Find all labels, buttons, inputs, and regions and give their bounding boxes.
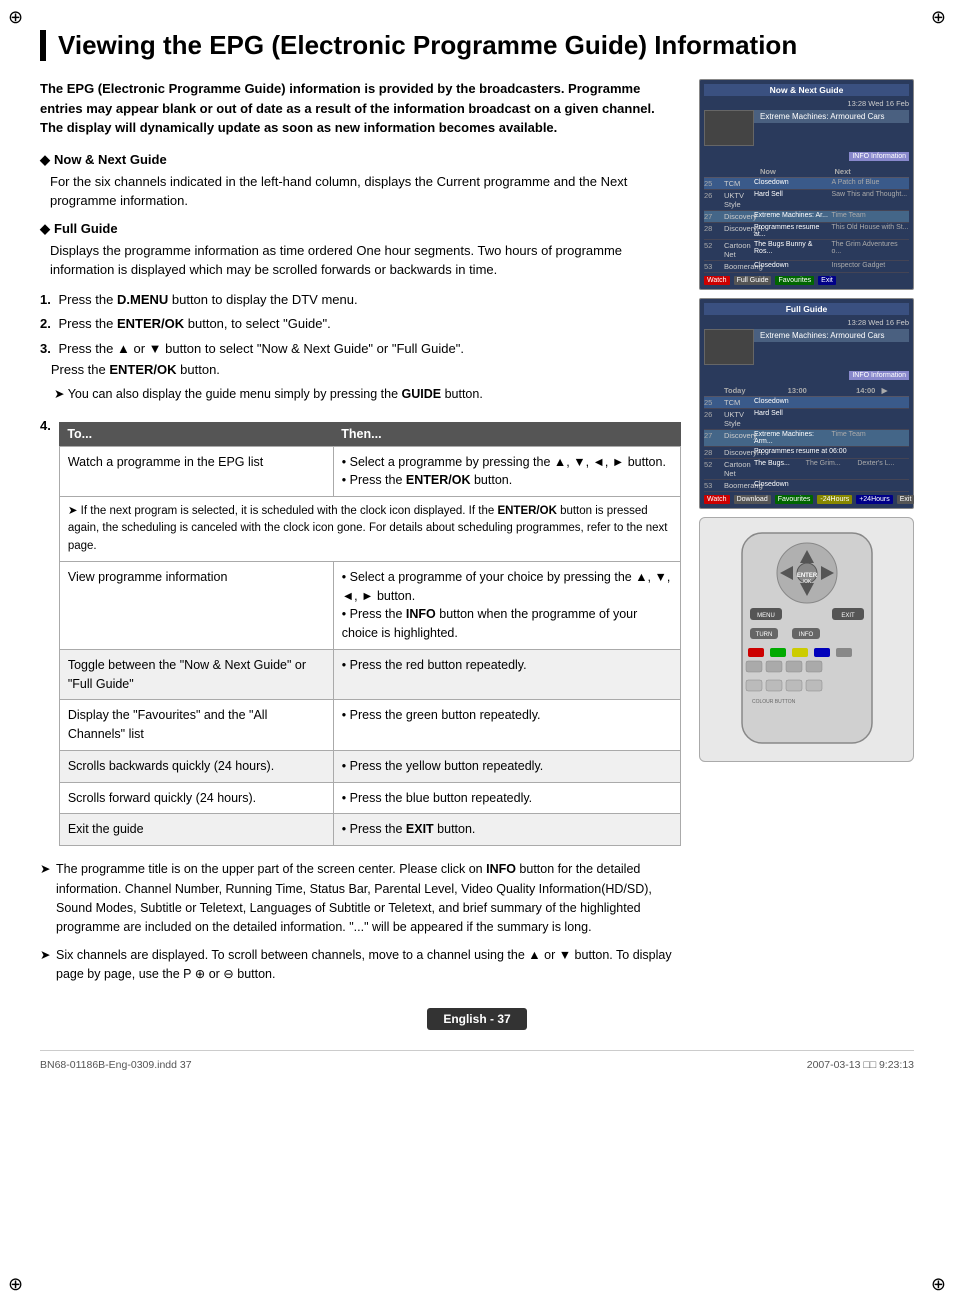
cell-exit-then: • Press the EXIT button. xyxy=(333,814,680,846)
col-to: To... xyxy=(59,422,333,447)
epg-full-info-badge: INFO Information xyxy=(704,369,909,382)
epg-footer-1: Watch Full Guide Favourites Exit xyxy=(704,276,909,285)
footer-left: BN68-01186B-Eng-0309.indd 37 xyxy=(40,1059,192,1071)
epg-full-screen: Full Guide 13:28 Wed 16 Feb Extreme Mach… xyxy=(699,298,914,509)
epg-thumbnail xyxy=(704,110,754,146)
epg-full-row-1: 25TCM Closedown xyxy=(704,397,909,409)
bullet-body-1: For the six channels indicated in the le… xyxy=(50,172,681,211)
cell-watch-then: • Select a programme by pressing the ▲, … xyxy=(333,446,680,497)
left-column: The EPG (Electronic Programme Guide) inf… xyxy=(40,79,681,992)
cell-toggle-then: • Press the red button repeatedly. xyxy=(333,649,680,700)
cell-toggle-to: Toggle between the "Now & Next Guide" or… xyxy=(59,649,333,700)
cell-fwd-to: Scrolls forward quickly (24 hours). xyxy=(59,782,333,814)
step-1: 1. Press the D.MENU button to display th… xyxy=(40,290,681,311)
table-row-toggle: Toggle between the "Now & Next Guide" or… xyxy=(59,649,680,700)
epg-now-next-title: Now & Next Guide xyxy=(704,84,909,96)
footer-right: 2007-03-13 □□ 9:23:13 xyxy=(807,1059,914,1071)
bottom-note-2: Six channels are displayed. To scroll be… xyxy=(40,946,681,985)
svg-text:/OK: /OK xyxy=(802,579,811,585)
steps-list: 1. Press the D.MENU button to display th… xyxy=(40,290,681,404)
cell-back-then: • Press the yellow button repeatedly. xyxy=(333,750,680,782)
remote-svg: ENTER /OK MENU EXIT TURN INFO xyxy=(712,528,902,748)
epg-full-row-6: 53Boomerang Closedown xyxy=(704,480,909,492)
svg-text:INFO: INFO xyxy=(798,632,813,638)
reg-mark-tl: ⊕ xyxy=(8,8,23,26)
epg-row-4: 28DiscoveryH. Programmes resume at...Thi… xyxy=(704,223,909,240)
cell-watch-to: Watch a programme in the EPG list xyxy=(59,446,333,497)
intro-text: The EPG (Electronic Programme Guide) inf… xyxy=(40,79,681,138)
remote-container: ENTER /OK MENU EXIT TURN INFO xyxy=(699,517,914,762)
epg-full-row-3: 27Discovery Extreme Machines: Arm...Time… xyxy=(704,430,909,447)
epg-now-next-screen: Now & Next Guide 13:28 Wed 16 Feb Extrem… xyxy=(699,79,914,290)
svg-text:TURN: TURN xyxy=(755,632,772,638)
reg-mark-bl: ⊕ xyxy=(8,1275,23,1293)
page-footer: BN68-01186B-Eng-0309.indd 37 2007-03-13 … xyxy=(40,1050,914,1071)
table-row-view-info: View programme information • Select a pr… xyxy=(59,561,680,649)
epg-row-3: 27Discovery Extreme Machines: Ar...Time … xyxy=(704,211,909,223)
epg-full-thumbnail xyxy=(704,329,754,365)
bullet-full-guide: Full Guide Displays the programme inform… xyxy=(40,221,681,280)
epg-full-date: 13:28 Wed 16 Feb xyxy=(704,318,909,327)
right-column: Now & Next Guide 13:28 Wed 16 Feb Extrem… xyxy=(699,79,914,992)
epg-full-row-2: 26UKTV Style Hard Sell xyxy=(704,409,909,430)
svg-text:MENU: MENU xyxy=(757,613,775,619)
epg-full-title: Full Guide xyxy=(704,303,909,315)
title-bar: Viewing the EPG (Electronic Programme Gu… xyxy=(40,30,914,61)
cell-fwd-then: • Press the blue button repeatedly. xyxy=(333,782,680,814)
english-badge: English - 37 xyxy=(427,1008,526,1030)
cell-back-to: Scrolls backwards quickly (24 hours). xyxy=(59,750,333,782)
page-title: Viewing the EPG (Electronic Programme Gu… xyxy=(58,30,914,61)
epg-info-badge-1: INFO Information xyxy=(704,150,909,163)
step-3-note: You can also display the guide menu simp… xyxy=(54,385,681,404)
bullet-now-next: Now & Next Guide For the six channels in… xyxy=(40,152,681,211)
epg-instructions-table: To... Then... Watch a programme in the E… xyxy=(59,422,681,847)
svg-text:COLOUR BUTTON: COLOUR BUTTON xyxy=(752,699,796,705)
table-row-fwd: Scrolls forward quickly (24 hours). • Pr… xyxy=(59,782,680,814)
table-row-favourites: Display the "Favourites" and the "All Ch… xyxy=(59,700,680,751)
table-row-back: Scrolls backwards quickly (24 hours). • … xyxy=(59,750,680,782)
bullet-title-1: Now & Next Guide xyxy=(40,152,681,168)
bottom-notes: The programme title is on the upper part… xyxy=(40,860,681,984)
reg-mark-br: ⊕ xyxy=(931,1275,946,1293)
table-row-scheduling-note: ➤ If the next program is selected, it is… xyxy=(59,497,680,562)
table-row-watch: Watch a programme in the EPG list • Sele… xyxy=(59,446,680,497)
cell-exit-to: Exit the guide xyxy=(59,814,333,846)
step-3: 3. Press the ▲ or ▼ button to select "No… xyxy=(40,339,681,381)
cell-view-then: • Select a programme of your choice by p… xyxy=(333,561,680,649)
step-4-label: 4. xyxy=(40,418,51,433)
bottom-note-1: The programme title is on the upper part… xyxy=(40,860,681,938)
table-row-exit: Exit the guide • Press the EXIT button. xyxy=(59,814,680,846)
epg-now-next-date: 13:28 Wed 16 Feb xyxy=(704,99,909,108)
epg-row-2: 26UKTV Style Hard SellSaw This and Thoug… xyxy=(704,190,909,211)
bullet-title-2: Full Guide xyxy=(40,221,681,237)
epg-full-row-4: 28DiscoveryH. Programmes resume at 06:00 xyxy=(704,447,909,459)
epg-full-row-5: 52Cartoon Net The Bugs...The Grim... Dex… xyxy=(704,459,909,480)
epg-row-6: 53Boomerang ClosedownInspector Gadget xyxy=(704,261,909,273)
footer-badge-area: English - 37 xyxy=(40,1008,914,1030)
step-2: 2. Press the ENTER/OK button, to select … xyxy=(40,314,681,335)
cell-fav-to: Display the "Favourites" and the "All Ch… xyxy=(59,700,333,751)
svg-text:EXIT: EXIT xyxy=(841,613,855,619)
col-then: Then... xyxy=(333,422,680,447)
reg-mark-tr: ⊕ xyxy=(931,8,946,26)
bullet-body-2: Displays the programme information as ti… xyxy=(50,241,681,280)
epg-row-1: 25TCM ClosedownA Patch of Blue xyxy=(704,178,909,190)
epg-footer-2: Watch Download Favourites -24Hours +24Ho… xyxy=(704,495,909,504)
cell-fav-then: • Press the green button repeatedly. xyxy=(333,700,680,751)
cell-view-to: View programme information xyxy=(59,561,333,649)
scheduling-note-cell: ➤ If the next program is selected, it is… xyxy=(59,497,680,562)
epg-row-5: 52Cartoon Net The Bugs Bunny & Ros...The… xyxy=(704,240,909,261)
